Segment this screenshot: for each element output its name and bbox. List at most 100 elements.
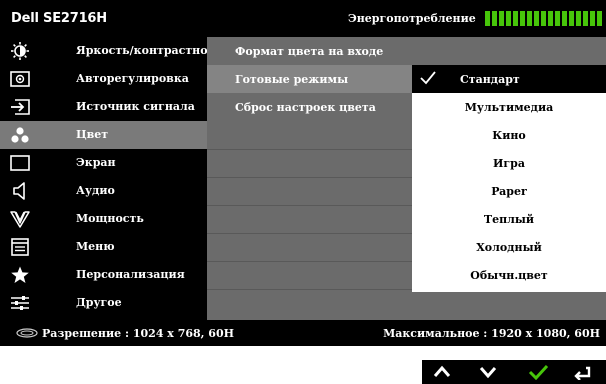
energy-segment bbox=[541, 11, 546, 26]
row-divider bbox=[207, 149, 412, 150]
sidebar-item-menu[interactable]: Меню bbox=[0, 233, 207, 261]
energy-segment bbox=[562, 11, 567, 26]
status-bar: Разрешение : 1024 x 768, 60H Максимально… bbox=[0, 320, 606, 346]
navigation-buttons bbox=[422, 360, 606, 384]
up-button[interactable] bbox=[422, 360, 462, 384]
row-divider bbox=[207, 205, 412, 206]
sidebar-item-power[interactable]: Мощность bbox=[0, 205, 207, 233]
sidebar-item-other[interactable]: Другое bbox=[0, 289, 207, 317]
option-label: Стандарт bbox=[460, 73, 520, 86]
back-icon bbox=[574, 366, 591, 380]
row-divider bbox=[207, 233, 412, 234]
option-label: Кино bbox=[492, 129, 526, 142]
energy-segment bbox=[597, 11, 602, 26]
row-divider bbox=[207, 261, 412, 262]
option-standard[interactable]: Стандарт bbox=[412, 65, 606, 93]
check-icon bbox=[420, 71, 436, 85]
sidebar-item-audio[interactable]: Аудио bbox=[0, 177, 207, 205]
up-arrow-icon bbox=[433, 365, 451, 377]
options-empty-row bbox=[412, 37, 606, 65]
header-bar: Dell SE2716H Энергопотребление bbox=[0, 0, 606, 37]
energy-segment bbox=[492, 11, 497, 26]
option-custom-color[interactable]: Обычн.цвет bbox=[412, 261, 606, 289]
main-menu: Яркость/контрастность Авторегулировка Ис… bbox=[0, 37, 229, 320]
sidebar-item-label: Цвет bbox=[76, 128, 109, 141]
option-label: Мультимедиа bbox=[464, 101, 554, 114]
audio-icon bbox=[13, 182, 25, 200]
option-warm[interactable]: Теплый bbox=[412, 205, 606, 233]
energy-segment bbox=[569, 11, 574, 26]
sidebar-item-label: Яркость/контрастность bbox=[76, 44, 229, 57]
energy-segment bbox=[499, 11, 504, 26]
option-multimedia[interactable]: Мультимедиа bbox=[412, 93, 606, 121]
submenu-item-input-color-format[interactable]: Формат цвета на входе bbox=[207, 37, 412, 65]
option-cool[interactable]: Холодный bbox=[412, 233, 606, 261]
sidebar-item-color[interactable]: Цвет bbox=[0, 121, 207, 149]
down-button[interactable] bbox=[468, 360, 508, 384]
energy-segment bbox=[583, 11, 588, 26]
sidebar-item-label: Мощность bbox=[76, 212, 144, 225]
sidebar-item-label: Источник сигнала bbox=[76, 100, 195, 113]
option-paper[interactable]: Paper bbox=[412, 177, 606, 205]
submenu-item-preset-modes[interactable]: Готовые режимы bbox=[207, 65, 412, 93]
sidebar-item-label: Авторегулировка bbox=[76, 72, 189, 85]
option-label: Теплый bbox=[483, 213, 535, 226]
star-icon bbox=[11, 266, 29, 283]
energy-segment bbox=[534, 11, 539, 26]
option-movie[interactable]: Кино bbox=[412, 121, 606, 149]
sidebar-item-label: Другое bbox=[76, 296, 122, 309]
auto-adjust-icon bbox=[10, 71, 30, 87]
energy-segment bbox=[513, 11, 518, 26]
input-source-icon bbox=[11, 99, 30, 115]
option-label: Paper bbox=[491, 185, 527, 198]
display-icon bbox=[10, 155, 30, 171]
resolution-icon bbox=[16, 328, 38, 338]
preset-mode-options: Стандарт Мультимедиа Кино Игра Paper Теп… bbox=[412, 65, 606, 292]
energy-label: Энергопотребление bbox=[348, 12, 476, 25]
energy-segment bbox=[548, 11, 553, 26]
max-resolution: Максимальное : 1920 x 1080, 60H bbox=[383, 327, 600, 340]
color-submenu: Формат цвета на входе Готовые режимы Сбр… bbox=[207, 37, 412, 320]
row-divider bbox=[207, 289, 412, 290]
brightness-contrast-icon bbox=[11, 42, 29, 60]
osd-window: Dell SE2716H Энергопотребление Яркость/к… bbox=[0, 0, 606, 346]
sidebar-item-auto-adjust[interactable]: Авторегулировка bbox=[0, 65, 207, 93]
submenu-item-label: Готовые режимы bbox=[235, 73, 349, 86]
energy-segment bbox=[590, 11, 595, 26]
confirm-button[interactable] bbox=[518, 360, 558, 384]
energy-segment bbox=[576, 11, 581, 26]
back-button[interactable] bbox=[562, 360, 602, 384]
power-icon bbox=[10, 211, 30, 228]
options-empty-row bbox=[412, 292, 606, 320]
sidebar-item-label: Аудио bbox=[76, 184, 115, 197]
energy-segment bbox=[506, 11, 511, 26]
model-name: Dell SE2716H bbox=[11, 11, 107, 26]
sidebar-item-brightness-contrast[interactable]: Яркость/контрастность bbox=[0, 37, 229, 65]
submenu-item-label: Сброс настроек цвета bbox=[235, 101, 376, 114]
option-label: Игра bbox=[493, 157, 525, 170]
energy-segment bbox=[520, 11, 525, 26]
submenu-item-label: Формат цвета на входе bbox=[235, 45, 384, 58]
energy-segment bbox=[485, 11, 490, 26]
option-label: Холодный bbox=[476, 241, 542, 254]
sidebar-item-display[interactable]: Экран bbox=[0, 149, 207, 177]
down-arrow-icon bbox=[479, 367, 497, 379]
energy-meter bbox=[485, 11, 602, 26]
row-divider bbox=[207, 177, 412, 178]
menu-icon bbox=[11, 238, 29, 256]
check-icon bbox=[528, 364, 548, 380]
option-game[interactable]: Игра bbox=[412, 149, 606, 177]
sidebar-item-label: Экран bbox=[76, 156, 116, 169]
sidebar-item-personalize[interactable]: Персонализация bbox=[0, 261, 207, 289]
sidebar-item-label: Персонализация bbox=[76, 268, 185, 281]
color-icon bbox=[11, 127, 29, 143]
sliders-icon bbox=[11, 296, 29, 310]
sidebar-item-label: Меню bbox=[76, 240, 115, 253]
energy-segment bbox=[527, 11, 532, 26]
energy-segment bbox=[555, 11, 560, 26]
submenu-item-reset-color[interactable]: Сброс настроек цвета bbox=[207, 93, 412, 121]
submenu-empty-row bbox=[207, 121, 412, 149]
option-label: Обычн.цвет bbox=[470, 269, 548, 282]
current-resolution: Разрешение : 1024 x 768, 60H bbox=[42, 327, 235, 340]
sidebar-item-input-source[interactable]: Источник сигнала bbox=[0, 93, 207, 121]
